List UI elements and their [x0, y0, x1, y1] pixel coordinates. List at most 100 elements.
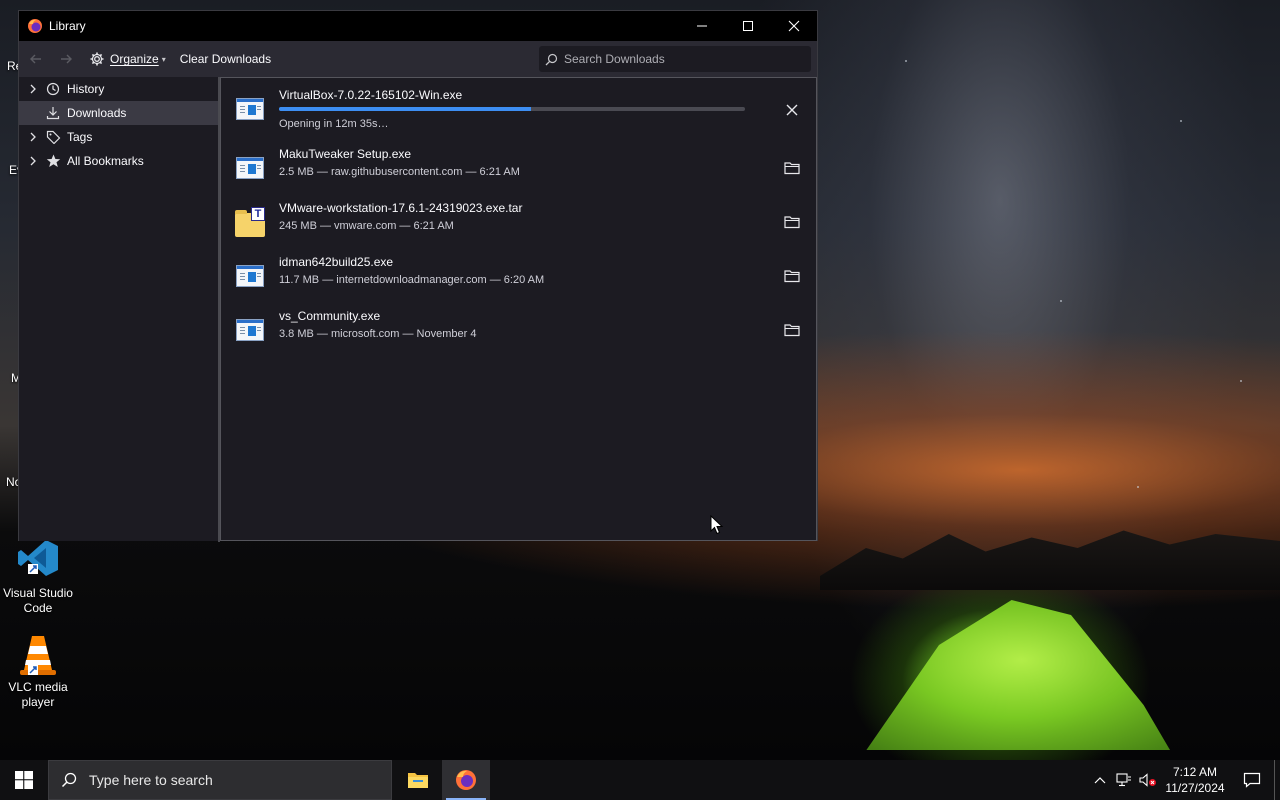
cancel-icon [786, 104, 798, 116]
search-downloads-input[interactable] [564, 52, 804, 66]
download-progress-bar [279, 107, 745, 111]
search-downloads-box[interactable] [539, 46, 811, 72]
download-filename: vs_Community.exe [279, 309, 381, 323]
download-filename: VirtualBox-7.0.22-165102-Win.exe [279, 88, 463, 102]
download-row[interactable]: T VMware-workstation-17.6.1-24319023.exe… [221, 195, 816, 249]
show-in-folder-button[interactable] [781, 265, 803, 287]
back-button[interactable] [23, 46, 49, 72]
sidebar-item-label: Downloads [67, 106, 127, 120]
library-sidebar: History Downloads Tags All Bookmarks [19, 77, 218, 541]
search-icon [61, 772, 77, 788]
show-in-folder-button[interactable] [781, 211, 803, 233]
download-row[interactable]: idman642build25.exe 11.7 MB — internetdo… [221, 249, 816, 303]
star [1137, 486, 1139, 488]
download-icon [45, 106, 61, 120]
star [905, 60, 907, 62]
sidebar-item-downloads[interactable]: Downloads [19, 101, 218, 125]
maximize-icon [743, 21, 753, 31]
sidebar-item-all-bookmarks[interactable]: All Bookmarks [19, 149, 218, 173]
show-hidden-icons-button[interactable] [1088, 776, 1112, 784]
organize-menu-button[interactable]: Organize ▾ [89, 51, 166, 67]
sidebar-item-tags[interactable]: Tags [19, 125, 218, 149]
taskbar-file-explorer[interactable] [394, 760, 442, 800]
download-filename: MakuTweaker Setup.exe [279, 147, 412, 161]
sidebar-item-history[interactable]: History [19, 77, 218, 101]
folder-icon [784, 270, 800, 283]
network-icon [1116, 773, 1131, 787]
vlc-cone-icon [16, 632, 60, 676]
vscode-icon [16, 538, 60, 582]
download-status: 3.8 MB — microsoft.com — November 4 [279, 328, 477, 340]
volume-button[interactable] [1136, 773, 1160, 787]
download-row[interactable]: MakuTweaker Setup.exe 2.5 MB — raw.githu… [221, 141, 816, 195]
desktop-icon-label: Visual Studio Code [3, 586, 73, 615]
close-icon [788, 20, 800, 32]
download-row[interactable]: VirtualBox-7.0.22-165102-Win.exe Opening… [221, 82, 816, 136]
start-button[interactable] [0, 760, 48, 800]
mountain-silhouette [820, 530, 1280, 590]
chevron-right-icon[interactable] [27, 156, 39, 166]
minimize-icon [697, 25, 707, 27]
gear-icon [90, 52, 104, 66]
show-in-folder-button[interactable] [781, 157, 803, 179]
chevron-up-icon [1094, 777, 1106, 784]
chevron-right-icon[interactable] [27, 132, 39, 142]
library-window: Library Organize ▾ Clear Downloads Searc… [18, 10, 818, 542]
minimize-button[interactable] [679, 11, 725, 41]
sidebar-item-label: History [67, 82, 105, 96]
download-status: 2.5 MB — raw.githubusercontent.com — 6:2… [279, 166, 520, 178]
clock-date: 11/27/2024 [1165, 781, 1225, 795]
chevron-right-icon[interactable] [27, 84, 39, 94]
taskbar-clock[interactable]: 7:12 AM 11/27/2024 [1160, 764, 1230, 796]
show-in-folder-button[interactable] [781, 319, 803, 341]
forward-button[interactable] [53, 46, 79, 72]
taskbar: 7:12 AM 11/27/2024 [0, 760, 1280, 800]
cancel-download-button[interactable] [781, 99, 803, 121]
clock-time: 7:12 AM [1172, 765, 1218, 779]
maximize-button[interactable] [725, 11, 771, 41]
show-desktop-button[interactable] [1274, 760, 1280, 800]
desktop-icon-label: VLC media player [8, 680, 68, 709]
tar-archive-icon: T [235, 207, 265, 237]
star [1180, 120, 1182, 122]
taskbar-search-input[interactable] [89, 772, 379, 788]
windows-logo-icon [15, 771, 33, 789]
desktop-icon-vscode[interactable]: Visual Studio Code [0, 538, 76, 616]
download-status: 245 MB — vmware.com — 6:21 AM [279, 220, 454, 232]
network-button[interactable] [1112, 773, 1136, 787]
download-filename: VMware-workstation-17.6.1-24319023.exe.t… [279, 201, 523, 215]
download-status: Opening in 12m 35s… [279, 118, 389, 130]
close-button[interactable] [771, 11, 817, 41]
file-explorer-icon [408, 773, 428, 788]
star [1240, 380, 1242, 382]
tag-icon [45, 130, 61, 144]
window-controls [679, 11, 817, 41]
history-icon [45, 82, 61, 96]
download-status: 11.7 MB — internetdownloadmanager.com — … [279, 274, 545, 286]
sidebar-item-label: Tags [67, 130, 93, 144]
organize-label: Organize [110, 52, 159, 66]
taskbar-firefox[interactable] [442, 760, 490, 800]
firefox-icon [27, 18, 43, 34]
exe-file-icon [235, 315, 265, 345]
window-titlebar[interactable]: Library [19, 11, 817, 41]
notification-icon [1243, 772, 1261, 788]
action-center-button[interactable] [1230, 772, 1274, 788]
chevron-down-icon: ▾ [161, 54, 166, 64]
folder-icon [784, 216, 800, 229]
forward-arrow-icon [61, 54, 72, 64]
mouse-cursor-icon [710, 515, 724, 535]
window-title: Library [49, 19, 86, 33]
clear-downloads-button[interactable]: Clear Downloads [180, 52, 271, 66]
system-tray: 7:12 AM 11/27/2024 [1088, 760, 1280, 800]
search-icon [545, 53, 558, 66]
exe-file-icon [235, 153, 265, 183]
back-arrow-icon [30, 54, 41, 64]
library-toolbar: Organize ▾ Clear Downloads [19, 41, 817, 77]
tent-image [866, 600, 1170, 750]
exe-file-icon [235, 94, 265, 124]
firefox-icon [456, 770, 476, 790]
taskbar-search-box[interactable] [48, 760, 392, 800]
desktop-icon-vlc[interactable]: VLC media player [0, 632, 76, 710]
download-row[interactable]: vs_Community.exe 3.8 MB — microsoft.com … [221, 303, 816, 357]
